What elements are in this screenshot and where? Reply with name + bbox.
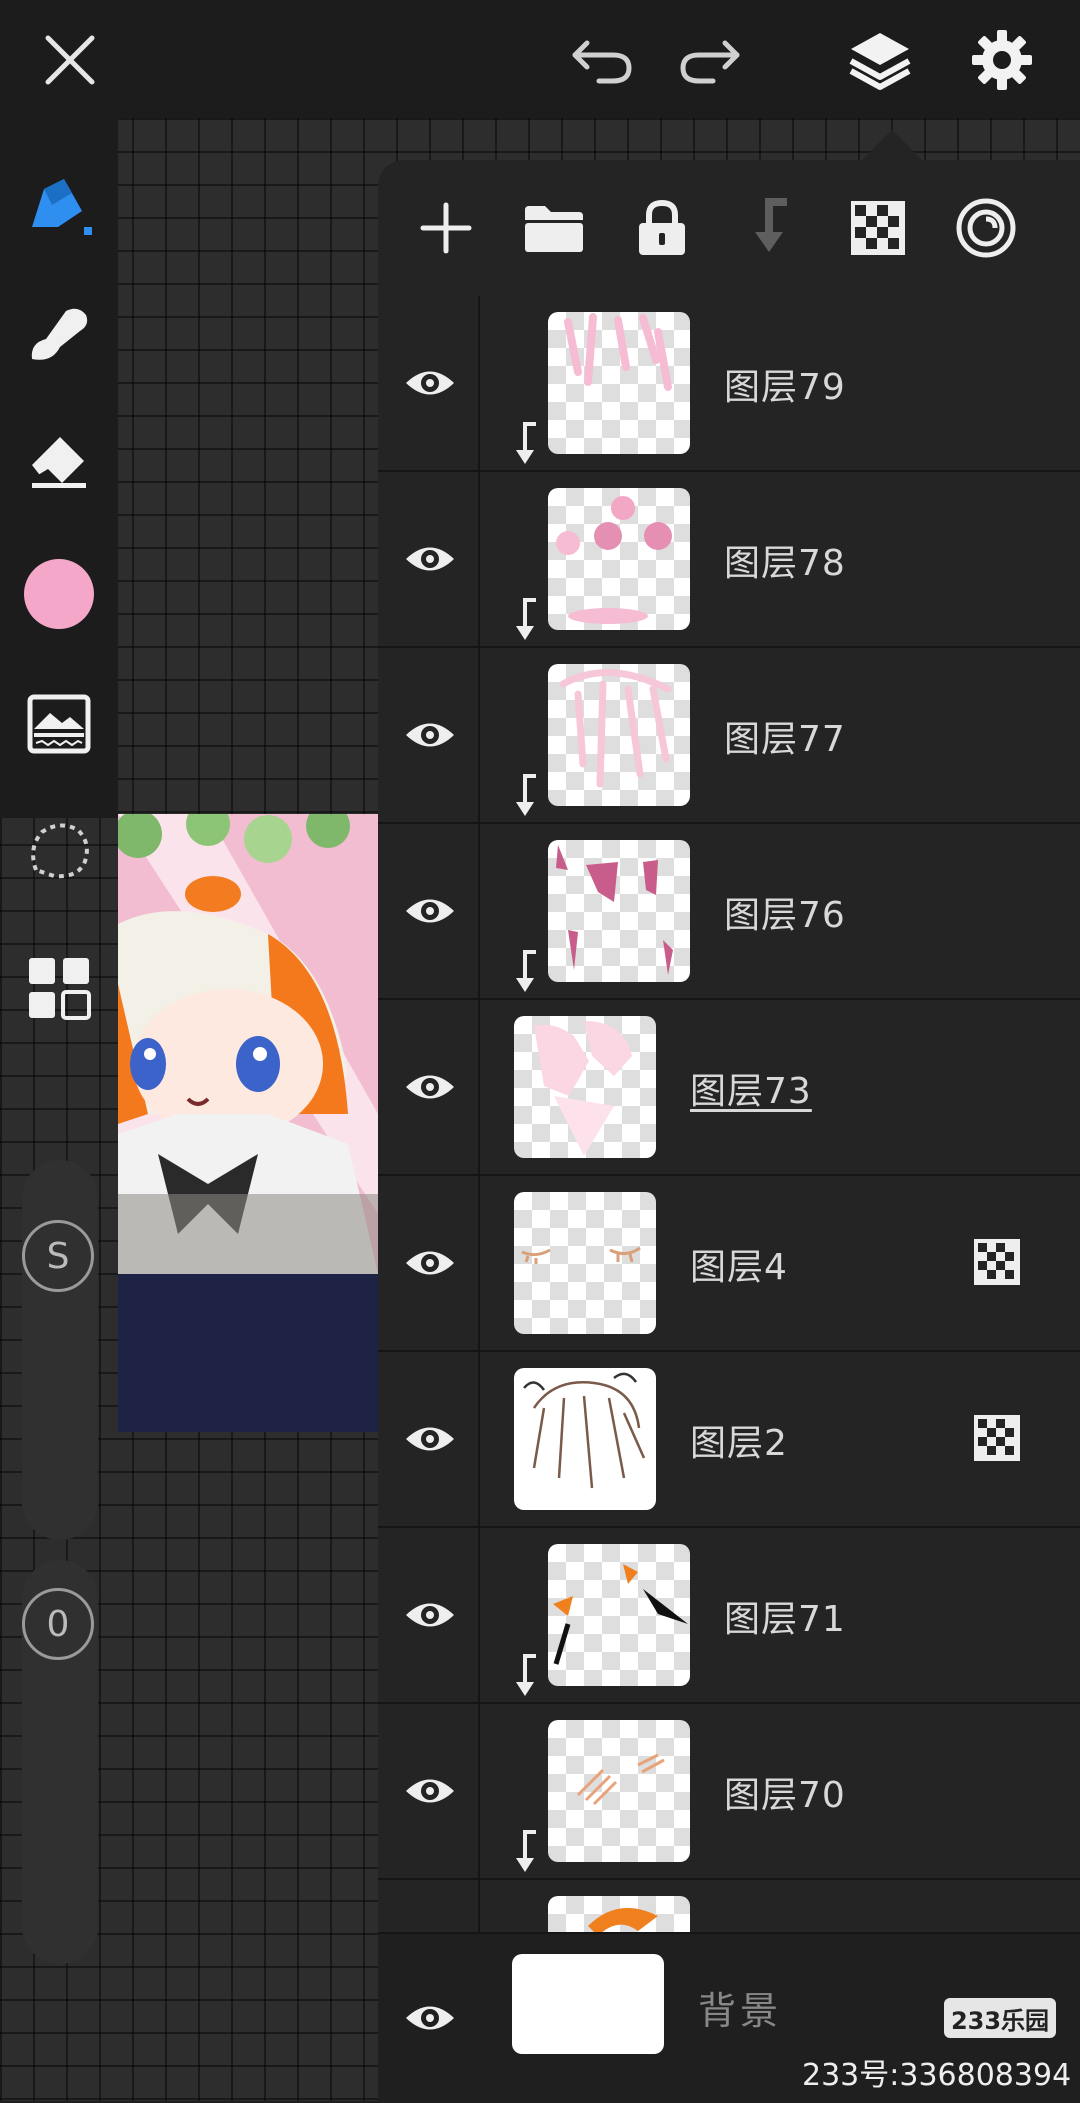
clipping-arrow-icon [516,950,536,992]
layer-thumbnail [548,664,690,806]
eye-icon[interactable] [402,1233,458,1293]
background-label: 背景 [698,1989,783,2033]
layer-name[interactable]: 图层4 [690,1238,788,1290]
clipping-arrow-icon [516,598,536,640]
visibility-column [378,1704,480,1878]
opacity-knob[interactable]: 0 [22,1588,94,1660]
visibility-column [378,824,480,998]
pen-icon[interactable] [19,166,99,246]
layer-thumbnail [548,488,690,630]
visibility-column [378,472,480,646]
visibility-column [378,1176,480,1350]
layer-thumbnail [514,1368,656,1510]
layer-name[interactable]: 图层79 [724,358,846,410]
blend-icon[interactable] [946,188,1026,268]
layer-thumbnail [548,1544,690,1686]
visibility-column [378,1000,480,1174]
watermark-badge: 233乐园 [944,1998,1056,2038]
eye-icon[interactable] [402,1057,458,1117]
eye-icon[interactable] [402,705,458,765]
image-adjust-icon[interactable] [19,684,99,764]
layer-row[interactable]: 图层4 [378,1176,1080,1352]
layer-name[interactable]: 图层77 [724,710,846,762]
eye-icon[interactable] [402,1988,458,2048]
top-bar [0,0,1080,118]
layer-name[interactable]: 图层70 [724,1766,846,1818]
background-thumbnail [512,1954,664,2054]
layer-name[interactable]: 图层2 [690,1414,788,1466]
brush-size-label: S [46,1235,70,1277]
brush-size-slider[interactable] [22,1160,98,1540]
lock-icon[interactable] [622,188,702,268]
visibility-column [378,1352,480,1526]
gallery-icon[interactable] [19,948,99,1028]
merge-down-icon[interactable] [730,188,810,268]
panel-pointer [862,130,922,160]
visibility-column [378,648,480,822]
alpha-lock-icon[interactable] [838,188,918,268]
alpha-lock-badge-icon [974,1415,1020,1461]
gear-icon[interactable] [962,20,1042,100]
clipping-arrow-icon [516,1654,536,1696]
visibility-column [378,1880,480,1932]
add-layer-icon[interactable] [406,188,486,268]
left-toolbar [0,118,118,818]
color-swatch[interactable] [19,554,99,634]
opacity-label: 0 [46,1603,70,1645]
layer-thumbnail [548,840,690,982]
lasso-icon[interactable] [19,810,99,890]
eye-icon[interactable] [402,353,458,413]
brush-size-knob[interactable]: S [22,1220,94,1292]
clipping-arrow-icon [516,1830,536,1872]
close-icon[interactable] [30,20,110,100]
layer-row[interactable]: 图层70 [378,1704,1080,1880]
visibility-column [378,296,480,470]
eye-icon[interactable] [402,529,458,589]
layer-name[interactable]: 图层71 [724,1590,846,1642]
undo-icon[interactable] [562,20,642,100]
eye-icon[interactable] [402,1585,458,1645]
eye-icon[interactable] [402,1409,458,1469]
eye-icon[interactable] [402,1761,458,1821]
layer-panel: 图层79 图层78 图层77 图层76 图层73 图层4 图层2 图层71 图层… [378,160,1080,2103]
layer-row[interactable]: 图层78 [378,472,1080,648]
layer-name[interactable]: 图层76 [724,886,846,938]
layer-thumbnail [514,1192,656,1334]
artwork-preview[interactable] [118,814,378,1432]
layer-thumbnail [514,1016,656,1158]
layers-icon[interactable] [840,20,920,100]
layer-row[interactable]: 图层76 [378,824,1080,1000]
clipping-arrow-icon [516,422,536,464]
layer-row[interactable]: 图层71 [378,1528,1080,1704]
layer-row[interactable]: 图层73 [378,1000,1080,1176]
layer-name[interactable]: 图层73 [690,1062,812,1114]
visibility-column [378,1528,480,1702]
layer-name[interactable]: 图层78 [724,534,846,586]
watermark-id: 233号:336808394 [802,2058,1072,2093]
layer-panel-toolbar [378,160,1080,298]
smudge-icon[interactable] [19,296,99,376]
layer-row[interactable]: 图层2 [378,1352,1080,1528]
layer-thumbnail [548,312,690,454]
layer-row[interactable]: 图层77 [378,648,1080,824]
eye-icon[interactable] [402,881,458,941]
layer-thumbnail [548,1896,690,1932]
alpha-lock-badge-icon [974,1239,1020,1285]
folder-icon[interactable] [514,188,594,268]
clipping-arrow-icon [516,774,536,816]
eraser-icon[interactable] [19,418,99,498]
layer-row[interactable]: 图层79 [378,296,1080,472]
layer-thumbnail [548,1720,690,1862]
layer-row[interactable] [378,1880,1080,1932]
redo-icon[interactable] [670,20,750,100]
